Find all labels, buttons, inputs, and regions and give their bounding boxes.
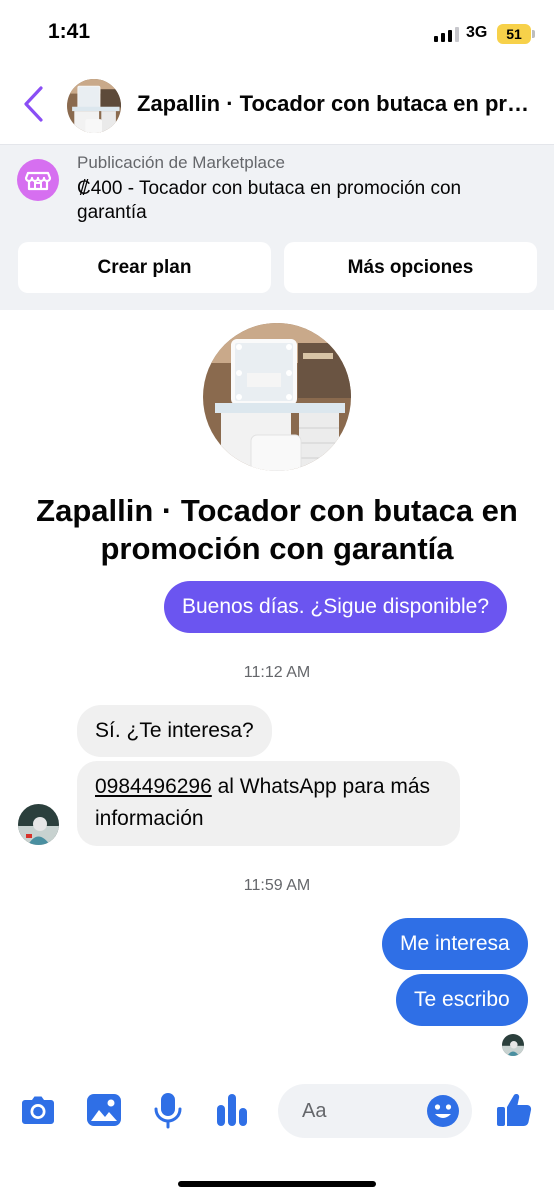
message-timestamp: 11:12 AM <box>243 664 311 681</box>
product-title: Zapallin · Tocador con butaca en promoci… <box>36 493 518 566</box>
more-actions-button[interactable] <box>212 1090 252 1130</box>
like-button[interactable] <box>494 1090 534 1130</box>
thumbs-up-icon <box>497 1094 532 1126</box>
create-plan-button[interactable]: Crear plan <box>18 242 271 293</box>
conversation-header: Zapallin · Tocador con butaca en promoci… <box>0 64 554 144</box>
marketplace-icon <box>17 159 59 201</box>
status-time: 1:41 <box>48 20 91 43</box>
status-bar: 1:41 3G 51 <box>0 0 554 64</box>
camera-icon <box>22 1096 54 1124</box>
vanity-image <box>203 323 351 471</box>
message-input-container[interactable] <box>278 1084 472 1138</box>
conversation-title: Zapallin · Tocador con butaca en promoci… <box>137 91 537 116</box>
listing-description[interactable]: ₡400 - Tocador con butaca en promoción c… <box>77 177 517 225</box>
image-icon <box>87 1094 121 1126</box>
product-image[interactable] <box>203 323 351 471</box>
product-avatar[interactable] <box>67 79 121 133</box>
message-timestamp: 11:59 AM <box>243 877 311 894</box>
avatar-image <box>502 1034 524 1056</box>
more-options-button[interactable]: Más opciones <box>284 242 537 293</box>
message-input[interactable] <box>302 1096 422 1126</box>
outgoing-message[interactable]: Buenos días. ¿Sigue disponible? <box>164 581 508 633</box>
battery-tip <box>532 30 535 38</box>
read-receipt-avatar <box>502 1034 524 1056</box>
incoming-message[interactable]: 0984496296 al WhatsApp para más informac… <box>77 761 460 846</box>
vanity-image <box>67 79 121 133</box>
back-button[interactable] <box>14 84 54 124</box>
microphone-icon <box>154 1093 182 1129</box>
phone-link[interactable]: 0984496296 <box>95 775 212 798</box>
message-composer <box>0 1080 554 1140</box>
marketplace-banner: Publicación de Marketplace ₡400 - Tocado… <box>0 144 554 310</box>
battery-icon: 51 <box>497 24 531 44</box>
outgoing-message[interactable]: Me interesa <box>382 918 528 970</box>
network-type: 3G <box>466 24 488 41</box>
voice-button[interactable] <box>148 1090 188 1130</box>
sender-avatar[interactable] <box>18 804 59 845</box>
gallery-button[interactable] <box>84 1090 124 1130</box>
home-indicator <box>178 1181 376 1187</box>
marketplace-kicker: Publicación de Marketplace <box>77 153 285 172</box>
emoji-icon <box>427 1095 459 1127</box>
incoming-message[interactable]: Sí. ¿Te interesa? <box>77 705 272 757</box>
avatar-image <box>18 804 59 845</box>
more-options-icon <box>217 1094 247 1126</box>
back-chevron-icon <box>24 86 43 122</box>
outgoing-message[interactable]: Te escribo <box>396 974 528 1026</box>
signal-icon <box>434 26 460 42</box>
camera-button[interactable] <box>18 1090 58 1130</box>
emoji-button[interactable] <box>426 1094 460 1128</box>
